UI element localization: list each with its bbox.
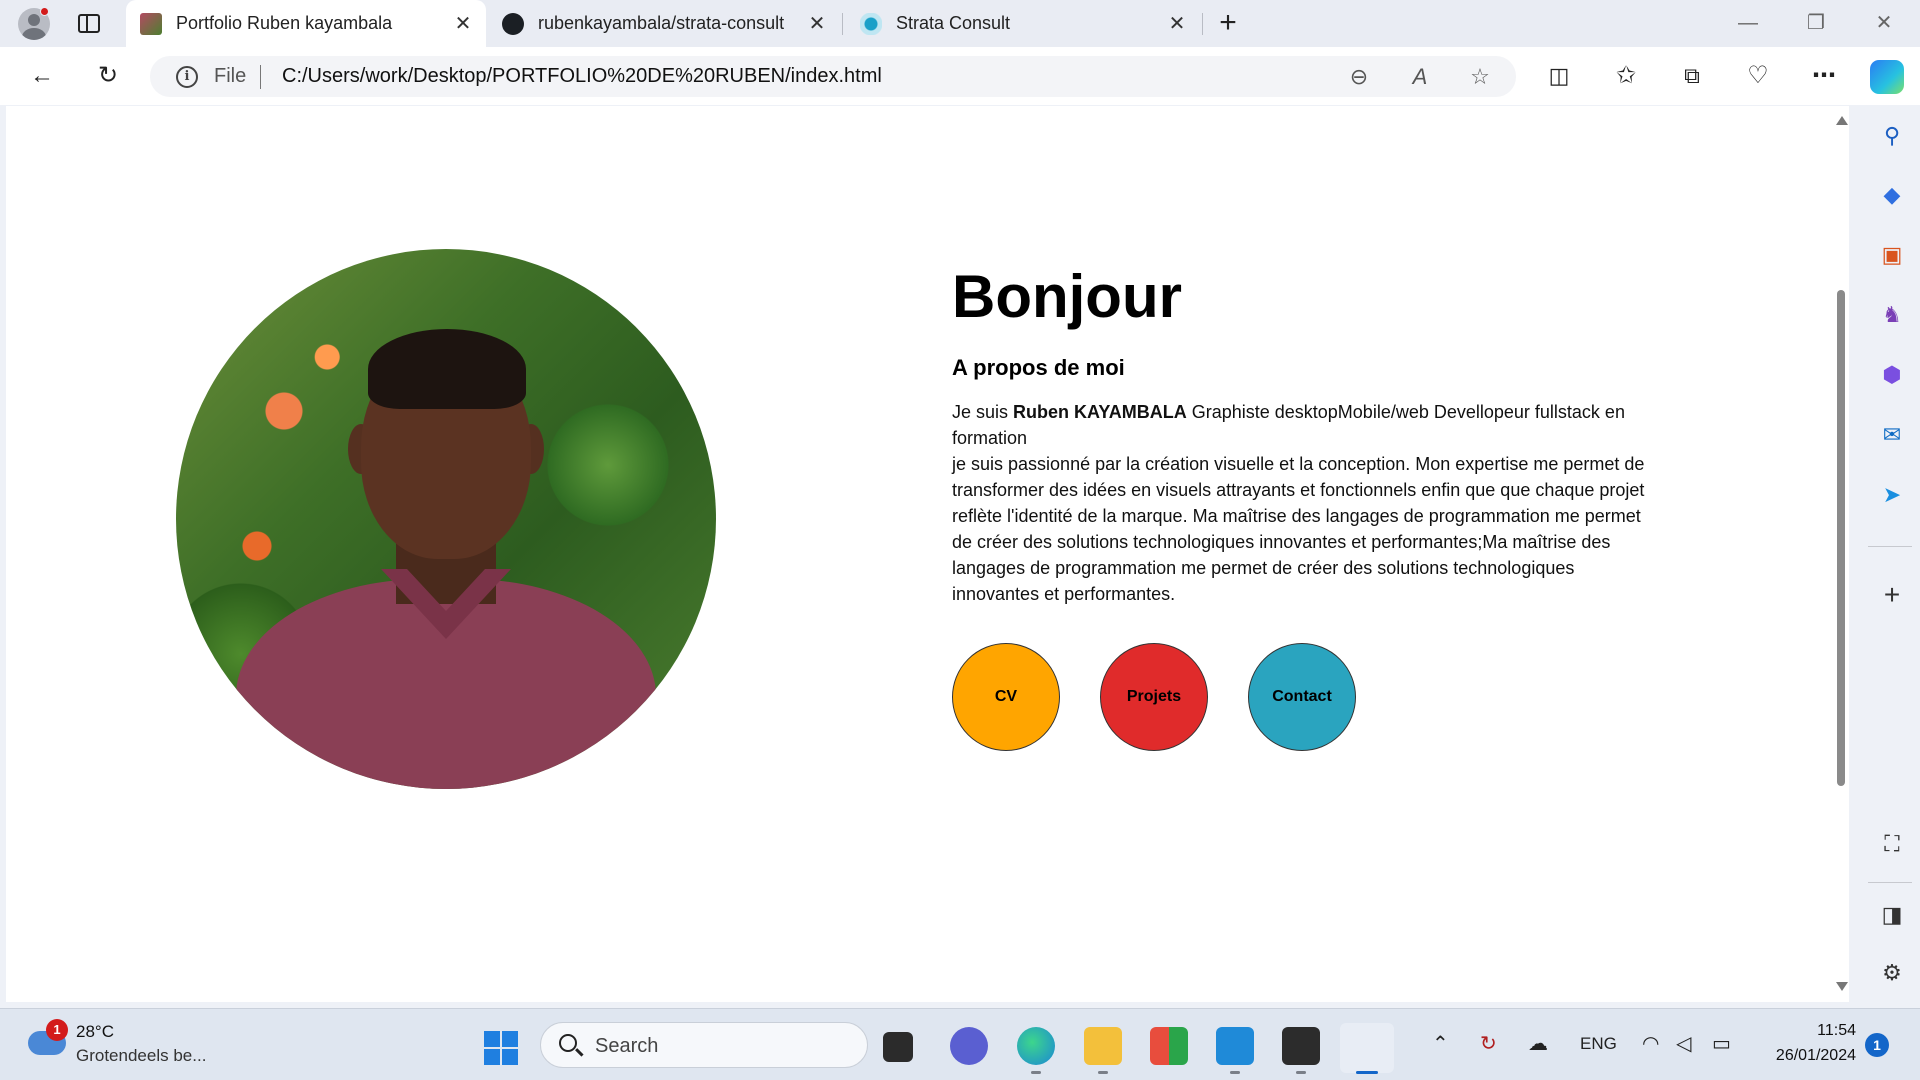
- vscode-icon[interactable]: [1216, 1027, 1254, 1065]
- windows-start-icon[interactable]: [484, 1031, 518, 1065]
- teams-chat-icon[interactable]: [950, 1027, 988, 1065]
- task-view-icon[interactable]: [883, 1032, 913, 1062]
- running-indicator: [1296, 1071, 1306, 1074]
- tab-close-icon[interactable]: ✕: [1164, 11, 1190, 36]
- favorite-star-icon[interactable]: ☆: [1465, 62, 1495, 92]
- sidebar-settings-icon[interactable]: ⚙: [1877, 958, 1907, 988]
- profile-photo: [176, 249, 716, 789]
- collections-icon[interactable]: ⧉: [1673, 57, 1711, 95]
- contact-button[interactable]: Contact: [1248, 643, 1356, 751]
- about-paragraph: Je suis Ruben KAYAMBALA Graphiste deskto…: [952, 399, 1662, 607]
- sidebar-separator: [1868, 882, 1912, 883]
- portfolio-favicon-icon: [140, 12, 162, 35]
- tab-title: Strata Consult: [896, 13, 1011, 33]
- github-icon: [502, 12, 524, 35]
- new-tab-button[interactable]: +: [1212, 8, 1244, 40]
- scroll-down-arrow-icon[interactable]: [1836, 982, 1848, 991]
- outlook-icon[interactable]: ✉: [1877, 420, 1907, 450]
- search-icon: [559, 1034, 577, 1052]
- vertical-scrollbar[interactable]: [1833, 106, 1849, 1002]
- more-menu-icon[interactable]: ⋯: [1805, 57, 1843, 95]
- wifi-icon[interactable]: ◠: [1642, 1031, 1659, 1056]
- tab-title: rubenkayambala/strata-consult: [538, 13, 785, 33]
- read-aloud-icon[interactable]: A: [1405, 62, 1435, 92]
- tab-github[interactable]: rubenkayambala/strata-consult ✕: [488, 0, 840, 47]
- tab-close-icon[interactable]: ✕: [804, 11, 830, 36]
- minimize-button[interactable]: —: [1714, 0, 1782, 47]
- url-text[interactable]: C:/Users/work/Desktop/PORTFOLIO%20DE%20R…: [282, 65, 882, 88]
- back-arrow-icon[interactable]: ←: [23, 57, 61, 95]
- file-explorer-icon[interactable]: [1084, 1027, 1122, 1065]
- tab-strata-consult[interactable]: Strata Consult ✕: [846, 0, 1200, 47]
- cv-button[interactable]: CV: [952, 643, 1060, 751]
- about-body-text: je suis passionné par la création visuel…: [952, 454, 1645, 604]
- tab-separator: [1202, 13, 1203, 35]
- browser-toolbar: ← ↻ i File C:/Users/work/Desktop/PORTFOL…: [0, 47, 1920, 105]
- drop-send-icon[interactable]: ➤: [1877, 480, 1907, 510]
- restore-button[interactable]: ❐: [1782, 0, 1850, 47]
- copilot-icon[interactable]: [1870, 60, 1904, 94]
- language-indicator[interactable]: ENG: [1580, 1034, 1617, 1054]
- address-bar[interactable]: i File C:/Users/work/Desktop/PORTFOLIO%2…: [150, 56, 1516, 97]
- volume-icon[interactable]: ◁: [1676, 1031, 1691, 1056]
- split-screen-icon[interactable]: ◫: [1540, 57, 1578, 95]
- tab-separator: [842, 13, 843, 35]
- sync-icon[interactable]: ↻: [1480, 1031, 1497, 1056]
- favorites-icon[interactable]: ✩: [1607, 57, 1645, 95]
- address-separator: [260, 65, 261, 89]
- close-window-button[interactable]: ✕: [1850, 0, 1918, 47]
- hero-text: Bonjour A propos de moi Je suis Ruben KA…: [952, 265, 1672, 607]
- running-indicator: [1098, 1071, 1108, 1074]
- running-indicator: [1230, 1071, 1240, 1074]
- windows-taskbar: 1 28°C Grotendeels be... Search ⌃ ↻ ☁ EN…: [0, 1008, 1920, 1080]
- active-indicator: [1356, 1071, 1378, 1074]
- onedrive-offline-icon[interactable]: ☁: [1528, 1031, 1548, 1056]
- about-title: A propos de moi: [952, 355, 1125, 380]
- projets-button[interactable]: Projets: [1100, 643, 1208, 751]
- clock-time[interactable]: 11:54: [1800, 1022, 1856, 1040]
- notification-badge[interactable]: 1: [1865, 1033, 1889, 1057]
- running-indicator: [1031, 1071, 1041, 1074]
- scroll-up-arrow-icon[interactable]: [1836, 116, 1848, 125]
- refresh-icon[interactable]: ↻: [89, 57, 127, 95]
- terminal-icon[interactable]: [1282, 1027, 1320, 1065]
- battery-icon[interactable]: ▭: [1712, 1031, 1731, 1056]
- tab-portfolio[interactable]: Portfolio Ruben kayambala ✕: [126, 0, 486, 47]
- screenshot-icon[interactable]: ⛶: [1877, 829, 1907, 859]
- search-label: Search: [595, 1035, 659, 1057]
- strata-favicon-icon: [860, 12, 882, 35]
- profile-notification-dot: [40, 7, 49, 16]
- tab-title: Portfolio Ruben kayambala: [176, 13, 393, 33]
- sidebar-separator: [1868, 546, 1912, 547]
- about-name: Ruben KAYAMBALA: [1013, 402, 1187, 422]
- tab-close-icon[interactable]: ✕: [450, 11, 476, 36]
- shopping-tag-icon[interactable]: ◆: [1877, 180, 1907, 210]
- taskbar-search[interactable]: Search: [540, 1022, 868, 1068]
- hide-sidebar-icon[interactable]: ◨: [1877, 900, 1907, 930]
- zoom-out-icon[interactable]: ⊖: [1344, 62, 1374, 92]
- edge-sidebar: ⚲ ◆ ▣ ♞ ⬢ ✉ ➤ + ⛶ ◨ ⚙: [1866, 106, 1920, 1004]
- about-intro-prefix: Je suis: [952, 402, 1014, 422]
- tools-briefcase-icon[interactable]: ▣: [1877, 240, 1907, 270]
- page-viewport: Bonjour A propos de moi Je suis Ruben KA…: [6, 106, 1836, 1002]
- greeting-heading: Bonjour: [952, 263, 1182, 330]
- search-icon[interactable]: ⚲: [1877, 121, 1907, 151]
- tab-actions-icon[interactable]: [76, 11, 102, 37]
- games-chess-icon[interactable]: ♞: [1877, 300, 1907, 330]
- weather-temperature[interactable]: 28°C: [76, 1022, 114, 1042]
- weather-description[interactable]: Grotendeels be...: [76, 1046, 206, 1066]
- weather-badge: 1: [46, 1019, 68, 1041]
- browser-essentials-icon[interactable]: ♡: [1739, 57, 1777, 95]
- scheme-label: File: [214, 65, 247, 87]
- microsoft-store-icon[interactable]: [1150, 1027, 1188, 1065]
- tab-strip: Portfolio Ruben kayambala ✕ rubenkayamba…: [0, 0, 1920, 47]
- clock-date[interactable]: 26/01/2024: [1758, 1047, 1856, 1065]
- snipping-tool-icon[interactable]: [1340, 1023, 1394, 1073]
- show-hidden-icons-chevron-icon[interactable]: ⌃: [1432, 1031, 1449, 1056]
- scroll-thumb[interactable]: [1837, 290, 1845, 786]
- edge-browser-icon[interactable]: [1017, 1027, 1055, 1065]
- add-sidebar-app-icon[interactable]: +: [1877, 580, 1907, 610]
- site-info-icon[interactable]: i: [176, 66, 198, 88]
- microsoft365-icon[interactable]: ⬢: [1877, 360, 1907, 390]
